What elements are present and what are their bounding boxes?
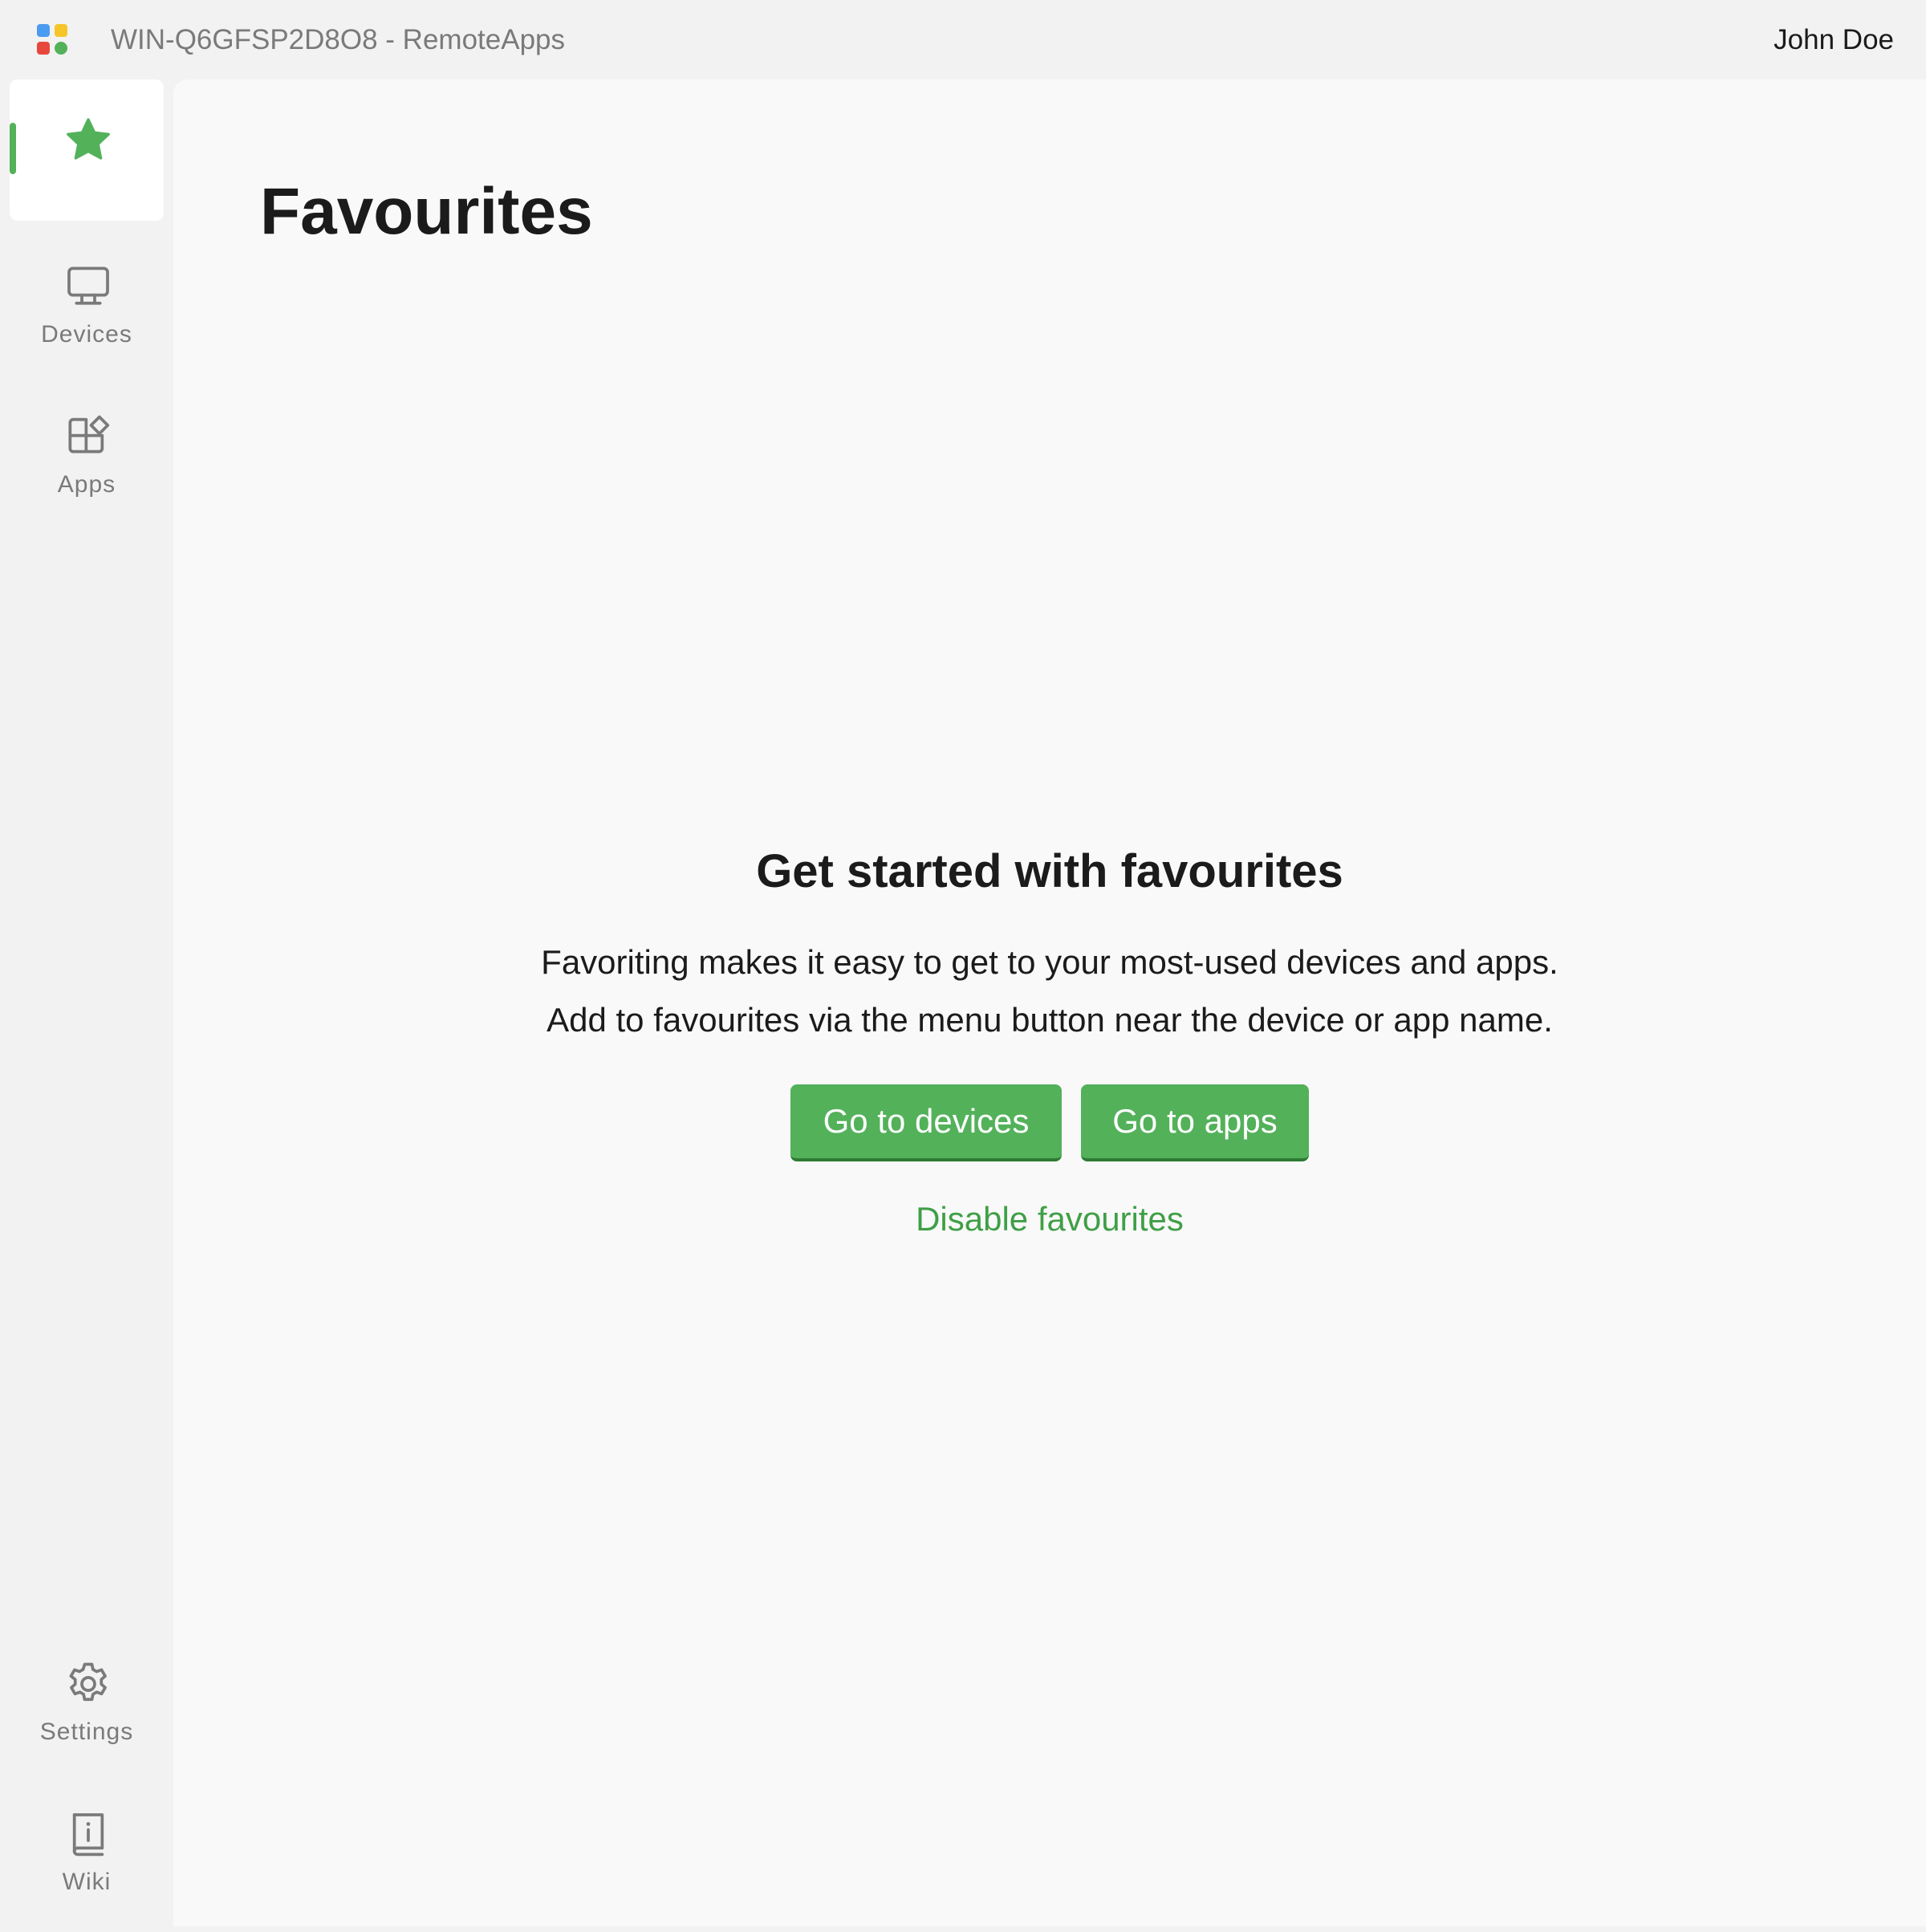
sidebar-item-apps[interactable]: Apps: [10, 393, 164, 535]
empty-state-heading: Get started with favourites: [756, 845, 1343, 897]
go-to-devices-button[interactable]: Go to devices: [790, 1084, 1062, 1161]
app-logo-icon: [37, 24, 69, 56]
sidebar-item-favourites[interactable]: [10, 79, 164, 221]
sidebar-item-label: Wiki: [62, 1869, 112, 1895]
sidebar-item-label: Settings: [39, 1718, 134, 1745]
sidebar-item-settings[interactable]: Settings: [10, 1641, 164, 1782]
page-title: Favourites: [260, 175, 593, 248]
disable-favourites-link[interactable]: Disable favourites: [916, 1195, 1184, 1243]
sidebar-item-label: Devices: [41, 321, 132, 348]
user-name[interactable]: John Doe: [1774, 22, 1894, 58]
sidebar-item-devices[interactable]: Devices: [10, 243, 164, 384]
apps-icon: [68, 415, 110, 454]
book-icon: [72, 1813, 104, 1857]
monitor-icon: [67, 266, 109, 305]
active-indicator: [10, 123, 16, 174]
description-line: Add to favourites via the menu button ne…: [547, 1001, 1553, 1039]
window-title: WIN-Q6GFSP2D8O8 - RemoteApps: [111, 24, 565, 55]
star-icon: [67, 118, 110, 160]
go-to-apps-button[interactable]: Go to apps: [1081, 1084, 1309, 1161]
sidebar-item-label: Apps: [57, 471, 116, 498]
empty-state: Get started with favourites Favoriting m…: [173, 842, 1926, 1243]
main-content: Favourites Get started with favourites F…: [173, 79, 1926, 1926]
empty-state-description: Favoriting makes it easy to get to your …: [173, 933, 1926, 1049]
description-line: Favoriting makes it easy to get to your …: [541, 943, 1558, 981]
sidebar: Devices Apps Settings Wiki: [0, 79, 173, 1926]
sidebar-item-wiki[interactable]: Wiki: [10, 1791, 164, 1932]
title-bar: WIN-Q6GFSP2D8O8 - RemoteApps John Doe: [0, 0, 1926, 79]
button-row: Go to devices Go to apps: [173, 1084, 1926, 1161]
gear-icon: [69, 1662, 107, 1702]
